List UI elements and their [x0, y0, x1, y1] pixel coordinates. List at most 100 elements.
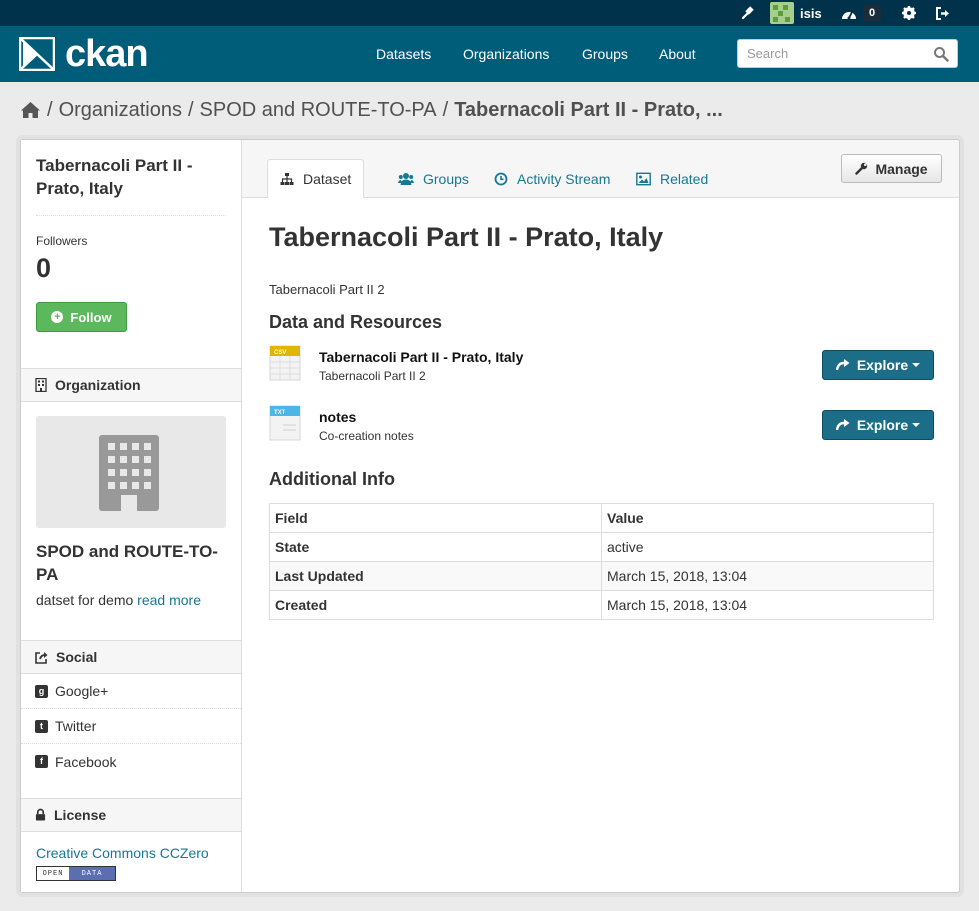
share-arrow-icon [835, 359, 850, 371]
tab-groups[interactable]: Groups [386, 159, 481, 199]
breadcrumb: / Organizations / SPOD and ROUTE-TO-PA /… [20, 96, 723, 124]
sysadmin-link[interactable] [736, 0, 760, 26]
organization-description-text: datset for demo [36, 592, 134, 608]
nav-about[interactable]: About [659, 26, 696, 82]
ckan-logo[interactable]: ckan [19, 33, 149, 75]
table-header-row: Field Value [269, 503, 934, 533]
search-input[interactable] [738, 40, 928, 67]
organization-description: datset for demo read more [36, 592, 201, 608]
user-link[interactable]: isis [770, 0, 822, 26]
gear-icon [902, 6, 916, 20]
table-row: Last Updated March 15, 2018, 13:04 [269, 561, 934, 591]
divider [36, 215, 226, 216]
followers-count: 0 [36, 253, 52, 283]
sidebar-dataset-title: Tabernacoli Part II - Prato, Italy [36, 156, 193, 198]
txt-file-icon[interactable]: TXT [269, 405, 301, 441]
table-cell-field: Created [269, 590, 602, 620]
table-cell-value: March 15, 2018, 13:04 [601, 590, 934, 620]
nav-datasets[interactable]: Datasets [376, 26, 431, 82]
resource-description: Co-creation notes [319, 429, 414, 443]
resource-title[interactable]: Tabernacoli Part II - Prato, Italy [319, 349, 523, 365]
explore-label: Explore [856, 357, 909, 373]
dashboard-count-badge: 0 [863, 5, 882, 21]
follow-button[interactable]: + Follow [36, 302, 127, 332]
masthead: ckan Datasets Organizations Groups About [0, 26, 979, 82]
social-heading-label: Social [56, 649, 98, 665]
explore-button[interactable]: Explore [822, 410, 934, 440]
open-data-badge[interactable]: OPEN DATA [36, 866, 116, 881]
account-bar: isis 0 [0, 0, 979, 26]
svg-text:TXT: TXT [274, 410, 286, 416]
manage-button[interactable]: Manage [841, 154, 942, 183]
explore-button[interactable]: Explore [822, 350, 934, 380]
breadcrumb-current[interactable]: Tabernacoli Part II - Prato, ... [454, 99, 723, 122]
logo-text: ckan [65, 33, 149, 75]
resource-item: CSV Tabernacoli Part II - Prato, Italy T… [269, 345, 934, 395]
social-heading: Social [21, 640, 241, 674]
breadcrumb-separator: / [187, 98, 194, 121]
license-link[interactable]: Creative Commons CCZero [36, 845, 209, 861]
social-label: Twitter [55, 718, 97, 734]
clock-icon [494, 172, 508, 186]
caret-down-icon [912, 363, 921, 367]
breadcrumb-organizations[interactable]: Organizations [59, 99, 182, 122]
table-header: Field [269, 503, 602, 533]
tab-label: Groups [423, 171, 469, 187]
sitemap-icon [280, 173, 294, 185]
table-row: Created March 15, 2018, 13:04 [269, 590, 934, 620]
gavel-icon [741, 6, 754, 20]
plus-circle-icon: + [51, 311, 64, 323]
follow-label: Follow [70, 309, 112, 325]
explore-label: Explore [856, 417, 909, 433]
resource-title[interactable]: notes [319, 409, 356, 425]
table-cell-value: active [601, 532, 934, 562]
social-label: Facebook [55, 753, 117, 770]
nav-groups[interactable]: Groups [582, 26, 628, 82]
additional-info-table: Field Value State active Last Updated Ma… [269, 503, 934, 620]
read-more-link[interactable]: read more [137, 592, 201, 608]
tab-label: Activity Stream [517, 171, 611, 187]
google-plus-icon: g [35, 684, 48, 698]
resource-description: Tabernacoli Part II 2 [319, 369, 426, 383]
social-list: g Google+ t Twitter f Facebook [21, 674, 241, 779]
dashboard-link[interactable]: 0 [841, 0, 882, 26]
caret-down-icon [912, 423, 921, 427]
tab-activity-stream[interactable]: Activity Stream [482, 159, 622, 199]
dataset-notes: Tabernacoli Part II 2 [269, 282, 385, 297]
social-twitter[interactable]: t Twitter [21, 709, 241, 744]
site-search [737, 39, 958, 68]
picture-icon [636, 172, 651, 186]
manage-label: Manage [875, 160, 928, 177]
breadcrumb-organization[interactable]: SPOD and ROUTE-TO-PA [200, 99, 437, 122]
resources-heading: Data and Resources [269, 312, 443, 332]
social-label: Google+ [55, 683, 109, 699]
tab-related[interactable]: Related [624, 159, 720, 199]
building-icon [35, 378, 47, 392]
tab-dataset[interactable]: Dataset [267, 159, 365, 199]
license-heading-label: License [54, 807, 107, 823]
share-arrow-icon [835, 419, 850, 431]
organization-image[interactable] [36, 416, 226, 528]
breadcrumb-separator: / [442, 98, 449, 121]
organization-name: SPOD and ROUTE-TO-PA [36, 542, 218, 584]
tab-label: Dataset [303, 171, 352, 187]
svg-text:CSV: CSV [274, 350, 286, 356]
logout-link[interactable] [932, 0, 954, 26]
tab-bar: Dataset Groups Activity Stream Related M… [242, 140, 959, 199]
sign-out-icon [936, 6, 949, 20]
wrench-icon [855, 162, 868, 175]
main-content: Dataset Groups Activity Stream Related M… [242, 140, 959, 892]
home-icon[interactable] [20, 101, 41, 119]
dataset-title: Tabernacoli Part II - Prato, Italy [269, 222, 664, 252]
facebook-icon: f [35, 755, 48, 768]
social-google-plus[interactable]: g Google+ [21, 674, 241, 709]
tab-label: Related [660, 171, 709, 187]
settings-link[interactable] [898, 0, 920, 26]
username: isis [800, 5, 822, 21]
nav-organizations[interactable]: Organizations [463, 26, 549, 82]
social-facebook[interactable]: f Facebook [21, 744, 241, 779]
search-icon[interactable] [933, 46, 949, 62]
share-square-icon [35, 651, 48, 664]
open-data-badge-right: DATA [69, 867, 115, 880]
csv-file-icon[interactable]: CSV [269, 345, 301, 381]
